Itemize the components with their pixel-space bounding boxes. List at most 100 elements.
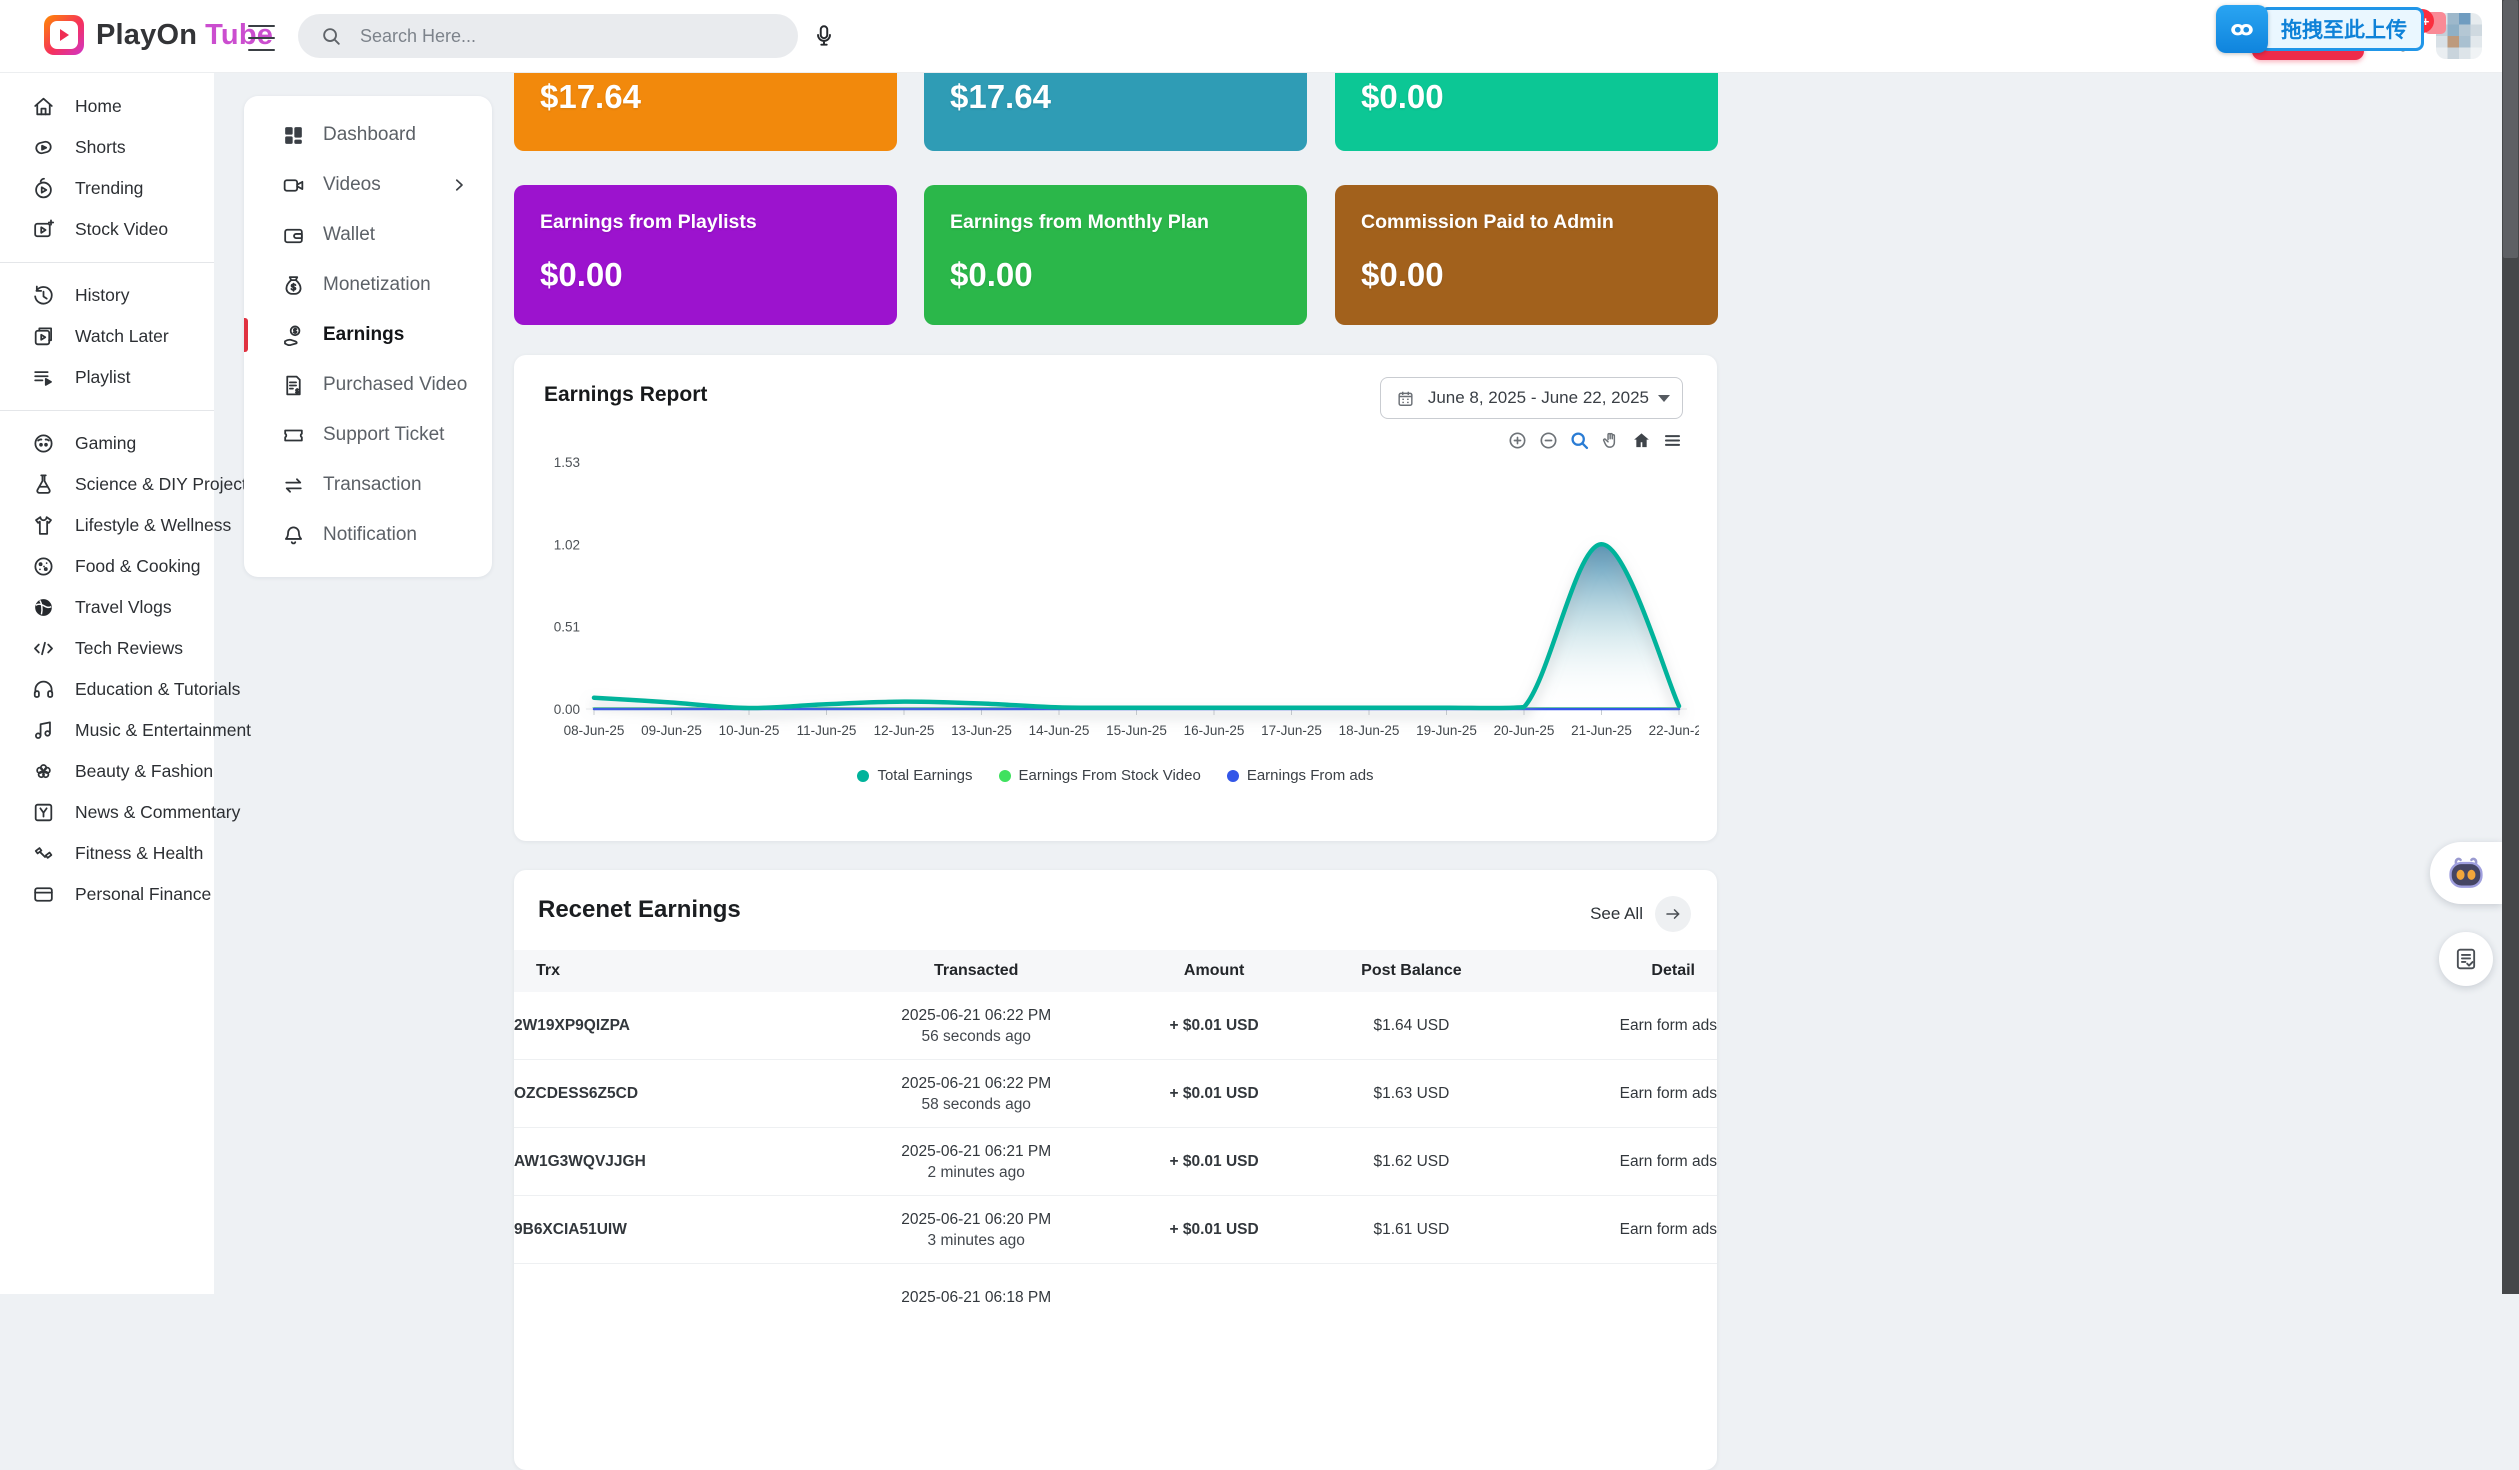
stock-video-icon: [30, 217, 56, 243]
app-logo[interactable]: PlayOnTube: [44, 15, 273, 55]
travel-icon: [30, 595, 56, 621]
sidebar-item-history[interactable]: History: [0, 275, 214, 316]
menu-item-label: Notification: [323, 524, 417, 546]
svg-text:22-Jun-25: 22-Jun-25: [1649, 723, 1699, 738]
post-balance-cell: $1.61 USD: [1313, 1196, 1510, 1264]
dashboard-icon: [280, 122, 306, 148]
menu-item-support-ticket[interactable]: Support Ticket: [244, 410, 492, 460]
table-row[interactable]: 2025-06-21 06:18 PM: [514, 1264, 1717, 1332]
menu-item-videos[interactable]: Videos: [244, 160, 492, 210]
sidebar-item-label: Gaming: [75, 433, 136, 454]
sidebar-categories-nav: Gaming Science & DIY ProjectsLifestyle & …: [0, 423, 214, 915]
legend-item-earnings-from-stock-video[interactable]: Earnings From Stock Video: [999, 767, 1201, 784]
detail-cell: Earn form ads: [1510, 1128, 1717, 1196]
earnings-chart[interactable]: 1.531.020.510.0008-Jun-2509-Jun-2510-Jun…: [534, 447, 1699, 759]
summary-card-earnings-from-monthly-plan[interactable]: Earnings from Monthly Plan $0.00: [924, 185, 1307, 325]
menu-item-purchased-video[interactable]: Purchased Video: [244, 360, 492, 410]
detail-cell: Earn form ads: [1510, 1196, 1717, 1264]
legend-dot: [857, 770, 869, 782]
search-bar[interactable]: [298, 14, 798, 58]
summary-card-title: Earnings from Monthly Plan: [950, 211, 1281, 234]
search-icon: [318, 23, 344, 49]
drag-upload-overlay[interactable]: 拖拽至此上传: [2216, 5, 2424, 53]
sidebar-item-food-cooking[interactable]: Food & Cooking: [0, 546, 214, 587]
trx-cell: 9B6XCIA51UIW: [514, 1196, 837, 1264]
sidebar-item-beauty-fashion[interactable]: Beauty & Fashion: [0, 751, 214, 792]
summary-card-value: $0.00: [950, 256, 1281, 294]
amount-cell: [1115, 1264, 1312, 1332]
sidebar-item-label: Beauty & Fashion: [75, 761, 213, 782]
scrollbar-thumb[interactable]: [2503, 0, 2518, 258]
date-range-select[interactable]: June 8, 2025 - June 22, 2025: [1380, 377, 1683, 419]
summary-card-commission-paid-to-admin[interactable]: Commission Paid to Admin$0.00: [1335, 185, 1718, 325]
table-row[interactable]: AW1G3WQVJJGH2025-06-21 06:21 PM2 minutes…: [514, 1128, 1717, 1196]
summary-card-value: $0.00: [1361, 78, 1718, 116]
sidebar-item-label: Watch Later: [75, 326, 169, 347]
table-row[interactable]: 2W19XP9QIZPA2025-06-21 06:22 PM56 second…: [514, 992, 1717, 1060]
sidebar-item-science-diy-projects[interactable]: Science & DIY Projects: [0, 464, 214, 505]
mic-icon[interactable]: [806, 18, 842, 54]
svg-text:19-Jun-25: 19-Jun-25: [1416, 723, 1477, 738]
sidebar-item-playlist[interactable]: Playlist: [0, 357, 214, 398]
playlist-icon: [30, 365, 56, 391]
browser-scrollbar[interactable]: [2502, 0, 2519, 1294]
sidebar-item-travel-vlogs[interactable]: Travel Vlogs: [0, 587, 214, 628]
summary-card[interactable]: $17.64: [514, 72, 897, 151]
svg-text:08-Jun-25: 08-Jun-25: [564, 723, 625, 738]
sidebar-item-trending[interactable]: Trending: [0, 168, 214, 209]
svg-text:15-Jun-25: 15-Jun-25: [1106, 723, 1167, 738]
earnings-report-title: Earnings Report: [544, 383, 707, 407]
svg-text:13-Jun-25: 13-Jun-25: [951, 723, 1012, 738]
sidebar-item-fitness-health[interactable]: Fitness & Health: [0, 833, 214, 874]
search-input[interactable]: [358, 25, 778, 48]
summary-card-earnings-from-playlists[interactable]: Earnings from Playlists$0.00: [514, 185, 897, 325]
sidebar-item-lifestyle-wellness[interactable]: Lifestyle & Wellness: [0, 505, 214, 546]
menu-item-transaction[interactable]: Transaction: [244, 460, 492, 510]
ai-assistant-button[interactable]: [2430, 842, 2502, 904]
sidebar-item-education-tutorials[interactable]: Education & Tutorials: [0, 669, 214, 710]
sidebar-item-label: Lifestyle & Wellness: [75, 515, 231, 536]
notes-button[interactable]: [2439, 932, 2493, 986]
recent-earnings-title: Recenet Earnings: [538, 896, 741, 924]
sidebar-item-label: Education & Tutorials: [75, 679, 240, 700]
sidebar-item-label: Home: [75, 96, 122, 117]
legend-label: Total Earnings: [877, 767, 972, 784]
menu-item-monetization[interactable]: Monetization: [244, 260, 492, 310]
arrow-right-icon: [1655, 896, 1691, 932]
top-header: PlayOnTube 拖拽至此上传 9+: [0, 0, 2519, 73]
sidebar-item-label: Playlist: [75, 367, 130, 388]
summary-card[interactable]: $0.00: [1335, 72, 1718, 151]
chart-legend: Total Earnings Earnings From Stock Video E…: [514, 767, 1717, 784]
summary-card[interactable]: $17.64: [924, 72, 1307, 151]
wallet-icon: [280, 222, 306, 248]
column-header-detail: Detail: [1510, 950, 1717, 992]
legend-item-total-earnings[interactable]: Total Earnings: [857, 767, 972, 784]
sidebar-item-music-entertainment[interactable]: Music & Entertainment: [0, 710, 214, 751]
sidebar-item-watch-later[interactable]: Watch Later: [0, 316, 214, 357]
sidebar-item-label: Food & Cooking: [75, 556, 201, 577]
food-icon: [30, 554, 56, 580]
drag-upload-label: 拖拽至此上传: [2260, 7, 2424, 51]
sidebar-item-stock-video[interactable]: Stock Video: [0, 209, 214, 250]
sidebar-item-label: Science & DIY Projects: [75, 474, 256, 495]
cloud-upload-icon: [2216, 5, 2268, 53]
history-icon: [30, 283, 56, 309]
legend-item-earnings-from-ads[interactable]: Earnings From ads: [1227, 767, 1374, 784]
menu-item-earnings[interactable]: Earnings: [244, 310, 492, 360]
sidebar-item-shorts[interactable]: Shorts: [0, 127, 214, 168]
table-row[interactable]: OZCDESS6Z5CD2025-06-21 06:22 PM58 second…: [514, 1060, 1717, 1128]
sidebar-item-gaming[interactable]: Gaming: [0, 423, 214, 464]
menu-item-wallet[interactable]: Wallet: [244, 210, 492, 260]
table-row[interactable]: 9B6XCIA51UIW2025-06-21 06:20 PM3 minutes…: [514, 1196, 1717, 1264]
hamburger-menu-icon[interactable]: [248, 22, 275, 54]
sidebar-item-personal-finance[interactable]: Personal Finance: [0, 874, 214, 915]
menu-item-notification[interactable]: Notification: [244, 510, 492, 560]
menu-item-dashboard[interactable]: Dashboard: [244, 110, 492, 160]
see-all-button[interactable]: See All: [1590, 896, 1691, 932]
watch-later-icon: [30, 324, 56, 350]
sidebar-item-tech-reviews[interactable]: Tech Reviews: [0, 628, 214, 669]
sidebar-item-news-commentary[interactable]: News & Commentary: [0, 792, 214, 833]
post-balance-cell: $1.63 USD: [1313, 1060, 1510, 1128]
notification-icon: [280, 522, 306, 548]
sidebar-item-home[interactable]: Home: [0, 86, 214, 127]
